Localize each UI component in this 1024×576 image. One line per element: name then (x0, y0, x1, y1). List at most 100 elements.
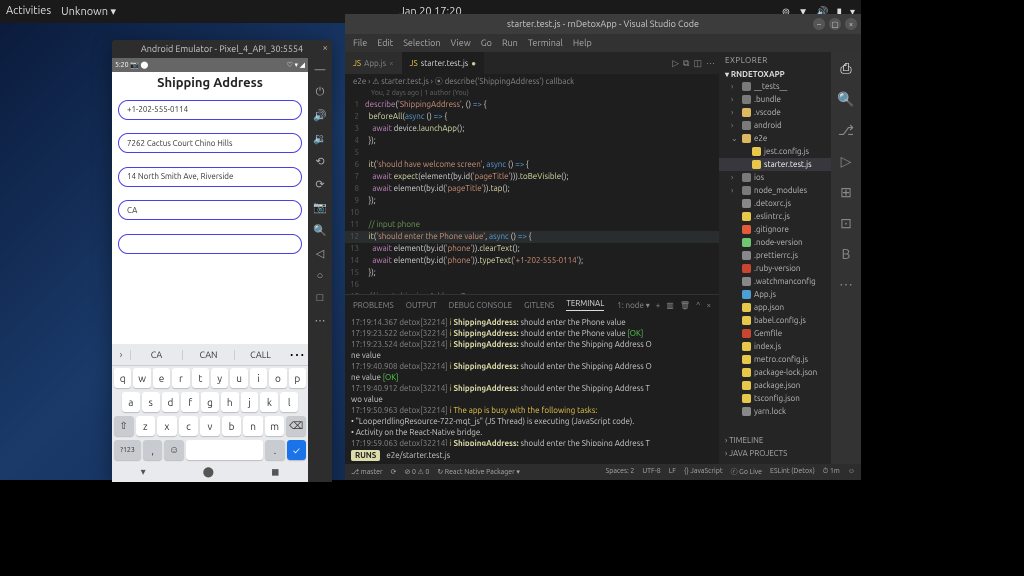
key-✓[interactable]: ✓ (287, 440, 306, 460)
file-android[interactable]: ›android (719, 119, 831, 132)
key-a[interactable]: a (122, 392, 140, 412)
key-?123[interactable]: ?123 (114, 440, 141, 460)
breadcrumb[interactable]: e2e › ⚠ starter.test.js › ⦿ describe('Sh… (345, 74, 719, 89)
key-o[interactable]: o (269, 368, 286, 388)
file-.eslintrc.js[interactable]: .eslintrc.js (719, 210, 831, 223)
tab-starter.test.js[interactable]: JS starter.test.js ● (402, 52, 485, 74)
panel-tab-terminal[interactable]: TERMINAL (566, 299, 604, 311)
nav-home-icon[interactable]: ⬤ (203, 466, 214, 478)
file-app.json[interactable]: app.json (719, 301, 831, 314)
file-starter.test.js[interactable]: starter.test.js (719, 158, 831, 171)
volume-down-icon[interactable]: 🔉 (313, 132, 327, 145)
status-item[interactable]: ⊘ 0 ⚠ 0 (404, 468, 429, 476)
key-n[interactable]: n (243, 416, 263, 436)
close-panel-icon[interactable]: × (706, 301, 711, 310)
panel-tab-problems[interactable]: PROBLEMS (353, 301, 394, 310)
key-☺[interactable]: ☺ (164, 440, 183, 460)
menu-view[interactable]: View (451, 38, 471, 48)
key-j[interactable]: j (241, 392, 259, 412)
compare-icon[interactable]: ⧉ (683, 58, 689, 69)
file-.node-version[interactable]: .node-version (719, 236, 831, 249)
key-,[interactable]: , (143, 440, 162, 460)
status-item[interactable]: ⟳ (391, 468, 397, 476)
run-icon[interactable]: ▷ (672, 58, 679, 69)
key-f[interactable]: f (181, 392, 199, 412)
file-.watchmanconfig[interactable]: .watchmanconfig (719, 275, 831, 288)
more-icon[interactable]: ⋯ (315, 314, 326, 327)
phone-field[interactable] (118, 100, 302, 120)
close-icon[interactable]: × (322, 42, 328, 53)
codelens[interactable]: You, 2 days ago | 1 author (You) (345, 89, 719, 99)
maximize-button[interactable]: ▢ (829, 18, 841, 30)
city-field[interactable] (118, 200, 302, 220)
key-⌫[interactable]: ⌫ (286, 416, 306, 436)
volume-up-icon[interactable]: 🔊 (313, 109, 327, 122)
new-terminal-icon[interactable]: + (656, 301, 661, 310)
file-metro.config.js[interactable]: metro.config.js (719, 353, 831, 366)
key-u[interactable]: u (230, 368, 247, 388)
key-⇧[interactable]: ⇧ (114, 416, 134, 436)
key-l[interactable]: l (280, 392, 298, 412)
key-p[interactable]: p (289, 368, 306, 388)
activity-1[interactable]: 🔍 (837, 91, 854, 108)
file-jest.config.js[interactable]: jest.config.js (719, 145, 831, 158)
file-package-lock.json[interactable]: package-lock.json (719, 366, 831, 379)
file-.gitignore[interactable]: .gitignore (719, 223, 831, 236)
activity-7[interactable]: ⋯ (839, 276, 853, 293)
file-package.json[interactable]: package.json (719, 379, 831, 392)
kill-terminal-icon[interactable]: 🗑 (680, 301, 690, 310)
status-item[interactable]: ⏱ 1m (823, 467, 840, 477)
suggestion-more[interactable]: ⋯ (286, 345, 308, 364)
shipping-addr-one-field[interactable] (118, 133, 302, 153)
panel-tab-debug console[interactable]: DEBUG CONSOLE (449, 301, 513, 310)
activity-6[interactable]: B (842, 246, 851, 262)
key-space[interactable] (186, 440, 263, 460)
file-index.js[interactable]: index.js (719, 340, 831, 353)
suggestion-expand[interactable]: › (112, 349, 130, 360)
menu-edit[interactable]: Edit (377, 38, 393, 48)
activity-2[interactable]: ⎇ (838, 122, 854, 139)
key-h[interactable]: h (221, 392, 239, 412)
activity-5[interactable]: ⊡ (840, 215, 852, 232)
status-item[interactable]: ⓡ Go Live (731, 467, 762, 477)
terminal-select[interactable]: 1: node ▾ (617, 301, 650, 310)
panel-tab-gitlens[interactable]: GITLENS (524, 301, 554, 310)
file-__tests__[interactable]: ›__tests__ (719, 80, 831, 93)
menu-selection[interactable]: Selection (403, 38, 440, 48)
status-item[interactable]: LF (669, 467, 676, 477)
zoom-icon[interactable]: 🔍 (313, 224, 327, 237)
status-item[interactable]: UTF-8 (642, 467, 660, 477)
rotate-right-icon[interactable]: ⟳ (315, 178, 324, 191)
file-tsconfig.json[interactable]: tsconfig.json (719, 392, 831, 405)
key-.[interactable]: . (265, 440, 284, 460)
split-terminal-icon[interactable]: ▥ (666, 301, 674, 310)
key-v[interactable]: v (200, 416, 220, 436)
key-c[interactable]: c (179, 416, 199, 436)
status-item[interactable]: ESLint (Detox) (770, 467, 815, 477)
key-t[interactable]: t (192, 368, 209, 388)
tab-App.js[interactable]: JS App.js × (345, 52, 402, 74)
suggestion-2[interactable]: CAN (182, 350, 234, 360)
key-m[interactable]: m (265, 416, 285, 436)
key-d[interactable]: d (162, 392, 180, 412)
file-Gemfile[interactable]: Gemfile (719, 327, 831, 340)
nav-recent-icon[interactable]: ◼ (271, 466, 279, 478)
minimize-icon[interactable]: — (315, 64, 326, 76)
status-item[interactable]: Spaces: 2 (606, 467, 635, 477)
maximize-panel-icon[interactable]: ^ (696, 301, 701, 310)
status-item[interactable]: ☺ (848, 467, 855, 477)
activity-4[interactable]: ⊞ (840, 184, 852, 201)
menu-help[interactable]: Help (573, 38, 592, 48)
suggestion-1[interactable]: CA (130, 350, 182, 360)
shipping-addr-two-field[interactable] (118, 167, 302, 187)
menu-terminal[interactable]: Terminal (528, 38, 563, 48)
activity-0[interactable]: ⎙ (840, 60, 851, 77)
rotate-left-icon[interactable]: ⟲ (315, 155, 324, 168)
camera-icon[interactable]: 📷 (313, 201, 327, 214)
key-r[interactable]: r (172, 368, 189, 388)
home-icon[interactable]: ○ (317, 270, 324, 282)
file-.ruby-version[interactable]: .ruby-version (719, 262, 831, 275)
file-App.js[interactable]: App.js (719, 288, 831, 301)
file-ios[interactable]: ›ios (719, 171, 831, 184)
file-.vscode[interactable]: ›.vscode (719, 106, 831, 119)
